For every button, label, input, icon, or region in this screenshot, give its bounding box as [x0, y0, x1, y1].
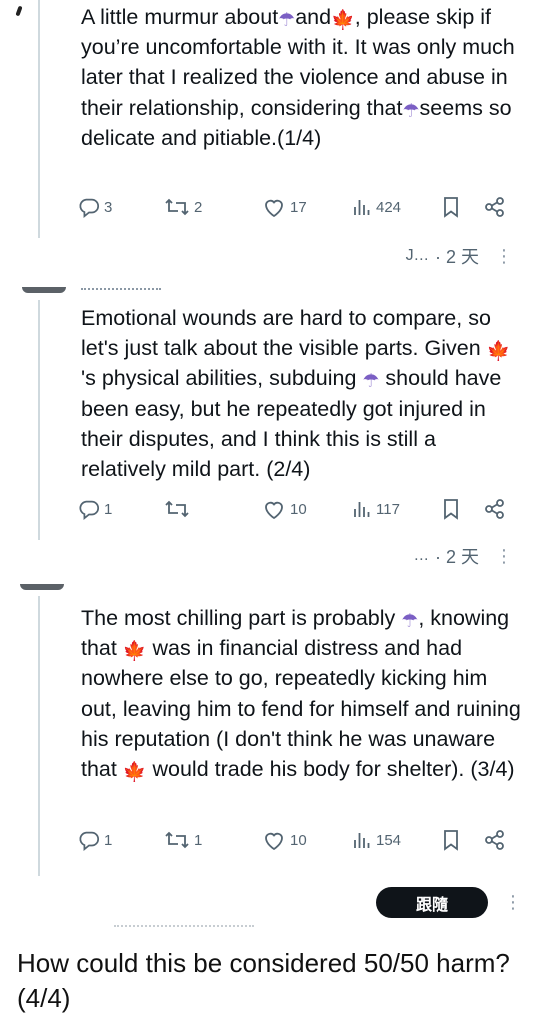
like-button[interactable]: 17: [262, 194, 307, 220]
reply-count: 1: [104, 831, 113, 849]
reply-icon: [79, 500, 100, 520]
reply-button[interactable]: 3: [78, 194, 112, 220]
views-button[interactable]: 424: [352, 194, 401, 220]
repost-count: 1: [194, 831, 203, 849]
tweet-actions: 1 1 10 154: [78, 827, 518, 853]
thread-line: [38, 300, 40, 540]
share-button[interactable]: [484, 827, 506, 853]
views-count: 154: [376, 831, 402, 849]
views-icon: [354, 833, 370, 848]
tweet-text: The most chilling part is probably ☂, kn…: [81, 603, 521, 784]
timestamp[interactable]: · 2 天: [435, 243, 479, 269]
tweet-meta: ... · 2 天 ⋮: [414, 543, 513, 569]
repost-icon: [165, 500, 189, 518]
tweet-text-segment: 's physical abilities, subduing: [81, 366, 363, 391]
more-options-icon[interactable]: ⋮: [495, 246, 513, 267]
umbrella-emoji-icon: ☂: [278, 9, 296, 31]
cropped-username: [81, 288, 161, 292]
like-icon: [265, 501, 283, 520]
tweet-1[interactable]: A little murmur about☂and🍁, please skip …: [81, 2, 521, 153]
like-count: 10: [290, 831, 307, 849]
repost-count: 2: [194, 198, 203, 216]
bookmark-button[interactable]: [442, 827, 460, 853]
bookmark-button[interactable]: [442, 194, 460, 220]
like-count: 17: [290, 198, 307, 216]
like-button[interactable]: 10: [262, 496, 307, 522]
bookmark-icon: [444, 830, 458, 851]
repost-button[interactable]: 2: [164, 194, 202, 220]
thread-line: [38, 596, 40, 876]
tweet-text-segment: A little murmur about: [81, 5, 279, 29]
reply-button[interactable]: 1: [78, 496, 112, 522]
bookmark-icon: [444, 197, 458, 218]
maple-leaf-emoji-icon: 🍁: [331, 9, 355, 31]
tweet-actions: 1 10 117: [78, 496, 518, 522]
views-button[interactable]: 154: [352, 827, 401, 853]
share-icon: [485, 830, 504, 850]
cropped-username: [114, 925, 254, 929]
share-icon: [485, 499, 504, 519]
maple-leaf-emoji-icon: 🍁: [122, 761, 147, 784]
timestamp[interactable]: · 2 天: [435, 543, 479, 569]
username[interactable]: ...: [414, 547, 429, 565]
tweet-meta: J... · 2 天 ⋮: [406, 243, 513, 269]
reply-count: 1: [104, 500, 113, 518]
tweet-2[interactable]: Emotional wounds are hard to compare, so…: [81, 303, 521, 484]
more-options-icon[interactable]: ⋮: [504, 892, 522, 913]
follow-button[interactable]: 跟隨: [376, 887, 488, 918]
thread-line: [38, 0, 40, 238]
reply-count: 3: [104, 198, 113, 216]
avatar-fragment[interactable]: [20, 584, 64, 590]
tweet-text-segment: Emotional wounds are hard to compare, so…: [81, 306, 491, 361]
views-button[interactable]: 117: [352, 496, 400, 522]
umbrella-emoji-icon: ☂: [402, 99, 420, 122]
tweet-text-segment: would trade his body for shelter). (3/4): [146, 757, 515, 782]
username[interactable]: J...: [406, 247, 429, 265]
reply-button[interactable]: 1: [78, 827, 112, 853]
views-icon: [354, 502, 370, 517]
repost-button[interactable]: 1: [164, 827, 202, 853]
like-count: 10: [290, 500, 307, 518]
tweet-3[interactable]: The most chilling part is probably ☂, kn…: [81, 603, 521, 784]
repost-icon: [165, 831, 189, 849]
like-icon: [265, 832, 283, 851]
repost-icon: [165, 198, 189, 216]
tweet-text: Emotional wounds are hard to compare, so…: [81, 303, 521, 484]
tweet-text-segment: and: [295, 5, 332, 29]
views-icon: [354, 200, 370, 215]
like-icon: [265, 199, 283, 218]
views-count: 424: [376, 198, 402, 216]
avatar-fragment[interactable]: [22, 287, 66, 293]
views-count: 117: [376, 500, 400, 518]
reply-icon: [79, 831, 100, 851]
tweet-4-text: How could this be considered 50/50 harm?…: [17, 948, 510, 1013]
reply-icon: [79, 198, 100, 218]
share-button[interactable]: [484, 496, 506, 522]
umbrella-emoji-icon: ☂: [401, 610, 419, 632]
repost-button[interactable]: [164, 496, 194, 522]
tweet-text-segment: The most chilling part is probably: [81, 606, 402, 630]
share-icon: [485, 197, 504, 217]
share-button[interactable]: [484, 194, 506, 220]
more-options-icon[interactable]: ⋮: [495, 546, 513, 567]
bookmark-button[interactable]: [442, 496, 460, 522]
maple-leaf-emoji-icon: 🍁: [122, 640, 147, 663]
umbrella-emoji-icon: ☂: [362, 370, 380, 393]
bookmark-icon: [444, 499, 458, 520]
tweet-text: A little murmur about☂and🍁, please skip …: [81, 2, 521, 153]
tweet-actions: 3 2 17 424: [78, 194, 518, 220]
maple-leaf-emoji-icon: 🍁: [486, 340, 511, 363]
like-button[interactable]: 10: [262, 827, 307, 853]
avatar-fragment-top: [15, 5, 23, 17]
